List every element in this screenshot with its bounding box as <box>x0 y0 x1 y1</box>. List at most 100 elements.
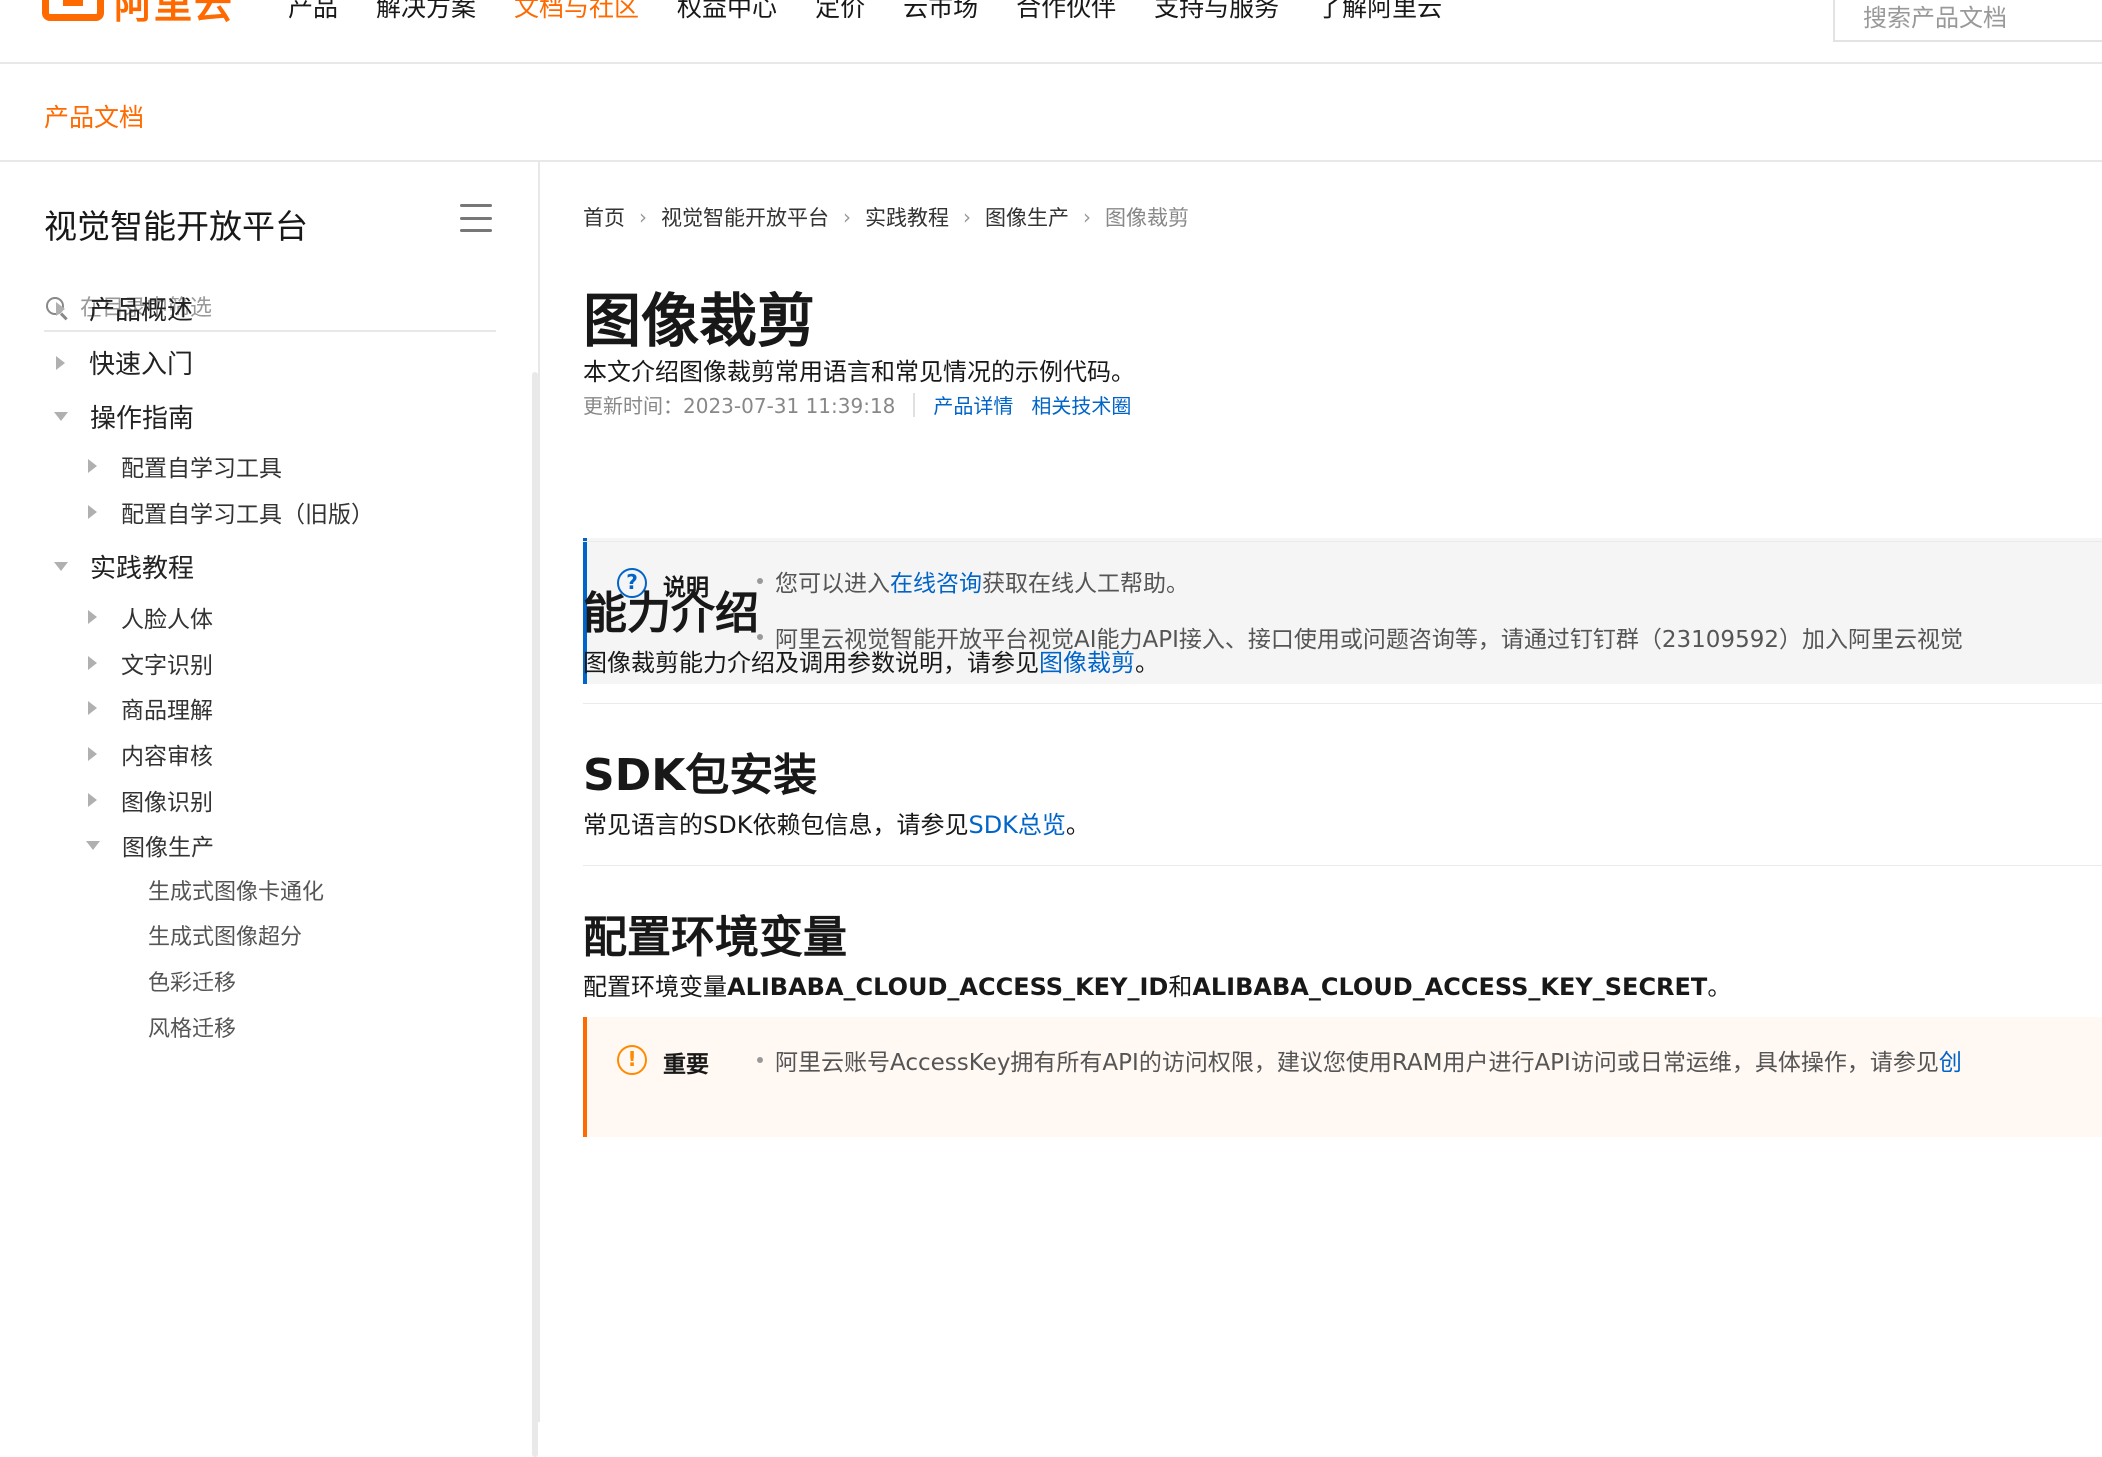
section-heading: 配置环境变量 <box>583 912 847 963</box>
aliyun-logo[interactable]: 阿里云 <box>42 0 234 28</box>
chevron-right-icon: › <box>1083 205 1091 229</box>
sidebar-item-label: 文字识别 <box>121 653 213 679</box>
section-text: 图像裁剪能力介绍及调用参数说明，请参见图像裁剪。 <box>583 649 1159 677</box>
caret-right-icon <box>88 610 97 624</box>
doc-search-input[interactable]: 搜索产品文档 <box>1833 0 2102 42</box>
sidebar-item-label: 产品概述 <box>89 296 194 326</box>
sidebar-item-label: 操作指南 <box>90 404 195 434</box>
breadcrumb-home[interactable]: 首页 <box>583 202 625 232</box>
update-time: 更新时间：2023-07-31 11:39:18 <box>583 394 896 418</box>
caret-right-icon <box>88 747 97 761</box>
sidebar-item-label: 配置自学习工具 <box>121 456 282 482</box>
breadcrumb-current: 图像裁剪 <box>1105 206 1189 230</box>
caret-down-icon <box>54 562 68 571</box>
sidebar-item-label: 配置自学习工具（旧版） <box>121 502 374 528</box>
section-text: 常见语言的SDK依赖包信息，请参见SDK总览。 <box>583 811 1090 839</box>
product-docs-link[interactable]: 产品文档 <box>44 98 144 134</box>
caret-right-icon <box>56 355 65 370</box>
sidebar-scrollbar[interactable] <box>532 372 538 1457</box>
sidebar-item-label: 图像生产 <box>122 835 214 861</box>
env-var-key-secret: ALIBABA_CLOUD_ACCESS_KEY_SECRET <box>1192 973 1708 1001</box>
sidebar-item-generative-super-res[interactable]: 生成式图像超分 <box>148 919 302 951</box>
nav-item-marketplace[interactable]: 云市场 <box>903 0 978 24</box>
product-docs-header: 产品文档 <box>0 64 2102 162</box>
caret-down-icon <box>86 840 100 850</box>
important-label: 重要 <box>663 1052 709 1078</box>
nav-item-about[interactable]: 了解阿里云 <box>1317 0 1442 24</box>
nav-item-benefits[interactable]: 权益中心 <box>677 0 777 24</box>
section-divider <box>583 865 2102 866</box>
sidebar-item-user-guide[interactable]: 操作指南 <box>54 398 194 435</box>
nav-item-solutions[interactable]: 解决方案 <box>376 0 476 24</box>
important-text: 阿里云账号AccessKey拥有所有API的访问权限，建议您使用RAM用户进行A… <box>757 1043 1962 1077</box>
sidebar-item-generative-cartoon[interactable]: 生成式图像卡通化 <box>148 874 324 906</box>
page-title: 图像裁剪 <box>583 287 816 355</box>
sidebar-item-label: 生成式图像卡通化 <box>148 880 325 905</box>
image-crop-link[interactable]: 图像裁剪 <box>1039 649 1135 677</box>
related-tech-circle-link[interactable]: 相关技术圈 <box>1031 390 1131 419</box>
section-text: 配置环境变量ALIBABA_CLOUD_ACCESS_KEY_ID和ALIBAB… <box>583 973 1732 1001</box>
aliyun-logo-icon <box>42 0 104 21</box>
section-heading: SDK包安装 <box>583 750 818 801</box>
sidebar-item-label: 色彩迁移 <box>148 971 237 996</box>
caret-right-icon <box>56 301 65 316</box>
sidebar-item-label: 风格迁移 <box>148 1017 237 1042</box>
env-var-key-id: ALIBABA_CLOUD_ACCESS_KEY_ID <box>727 973 1169 1001</box>
sidebar-item-label: 快速入门 <box>89 350 194 380</box>
warning-circle-icon: ! <box>617 1045 647 1075</box>
sidebar-item-tutorials[interactable]: 实践教程 <box>54 548 194 585</box>
caret-down-icon <box>54 412 68 421</box>
caret-right-icon <box>88 459 97 473</box>
note-item: 您可以进入在线咨询获取在线人工帮助。 <box>757 564 1963 598</box>
product-details-link[interactable]: 产品详情 <box>933 390 1013 419</box>
caret-right-icon <box>88 656 97 670</box>
sidebar-item-quick-start[interactable]: 快速入门 <box>56 344 193 381</box>
sidebar-title: 视觉智能开放平台 <box>44 207 308 246</box>
breadcrumb: 首页 › 视觉智能开放平台 › 实践教程 › 图像生产 › 图像裁剪 <box>583 202 1189 232</box>
nav-item-support[interactable]: 支持与服务 <box>1154 0 1279 24</box>
sidebar-item-label: 内容审核 <box>121 744 213 770</box>
breadcrumb-image-production[interactable]: 图像生产 <box>985 202 1069 232</box>
caret-right-icon <box>88 701 97 715</box>
nav-item-docs-community[interactable]: 文档与社区 <box>514 0 639 24</box>
sidebar-item-face-body[interactable]: 人脸人体 <box>88 600 213 634</box>
breadcrumb-tutorials[interactable]: 实践教程 <box>865 202 949 232</box>
sidebar-item-label: 实践教程 <box>90 554 195 584</box>
sidebar-item-content-moderation[interactable]: 内容审核 <box>88 737 213 771</box>
sidebar-item-style-transfer[interactable]: 风格迁移 <box>148 1011 236 1043</box>
important-callout: ! 重要 阿里云账号AccessKey拥有所有API的访问权限，建议您使用RAM… <box>583 1017 2102 1137</box>
chevron-right-icon: › <box>963 205 971 229</box>
nav-item-partners[interactable]: 合作伙伴 <box>1016 0 1116 24</box>
important-link[interactable]: 创 <box>1939 1050 1962 1076</box>
chevron-right-icon: › <box>843 205 851 229</box>
menu-icon[interactable] <box>460 204 492 232</box>
sidebar-item-image-production[interactable]: 图像生产 <box>86 828 214 862</box>
nav-item-pricing[interactable]: 定价 <box>815 0 865 24</box>
logo-text: 阿里云 <box>114 0 235 27</box>
sidebar-item-image-recognition[interactable]: 图像识别 <box>88 783 213 817</box>
sidebar-item-goods-understanding[interactable]: 商品理解 <box>88 691 213 725</box>
sidebar-item-label: 商品理解 <box>121 698 213 724</box>
sidebar-item-config-self-learning-old[interactable]: 配置自学习工具（旧版） <box>88 495 374 529</box>
sidebar-item-product-overview[interactable]: 产品概述 <box>56 290 193 327</box>
article-meta: 更新时间：2023-07-31 11:39:18 产品详情 相关技术圈 <box>583 390 1149 419</box>
sidebar-item-ocr[interactable]: 文字识别 <box>88 646 213 680</box>
sidebar-item-config-self-learning[interactable]: 配置自学习工具 <box>88 449 282 483</box>
sidebar-item-label: 图像识别 <box>121 790 213 816</box>
doc-sidebar: 视觉智能开放平台 在目录中筛选 产品概述 快速入门 操作指南 配置自学习工具 配… <box>0 162 540 1457</box>
nav-item-products[interactable]: 产品 <box>288 0 338 24</box>
article-main: 首页 › 视觉智能开放平台 › 实践教程 › 图像生产 › 图像裁剪 图像裁剪 … <box>583 162 2102 1422</box>
sdk-overview-link[interactable]: SDK总览 <box>968 811 1065 839</box>
online-consult-link[interactable]: 在线咨询 <box>890 571 982 597</box>
main-nav: 产品 解决方案 文档与社区 权益中心 定价 云市场 合作伙伴 支持与服务 了解阿… <box>288 0 1480 24</box>
article-intro: 本文介绍图像裁剪常用语言和常见情况的示例代码。 <box>583 358 1135 386</box>
sidebar-item-color-transfer[interactable]: 色彩迁移 <box>148 965 236 997</box>
section-divider <box>583 541 2102 542</box>
breadcrumb-platform[interactable]: 视觉智能开放平台 <box>661 202 829 232</box>
caret-right-icon <box>88 793 97 807</box>
chevron-right-icon: › <box>639 205 647 229</box>
section-heading: 能力介绍 <box>583 588 759 639</box>
top-navigation-bar: 阿里云 产品 解决方案 文档与社区 权益中心 定价 云市场 合作伙伴 支持与服务… <box>0 0 2102 64</box>
meta-divider <box>913 392 916 417</box>
section-divider <box>583 703 2102 704</box>
